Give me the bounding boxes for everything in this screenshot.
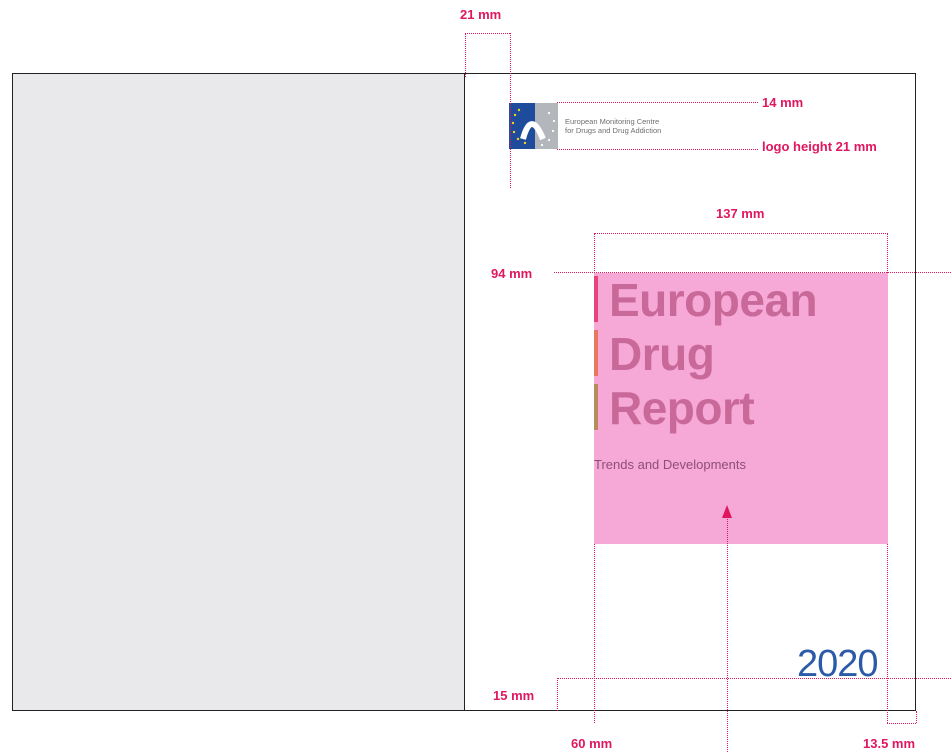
title-line-1: European: [609, 274, 818, 326]
guide-title-width: [594, 233, 888, 234]
dim-right-margin: 13.5 mm: [863, 736, 916, 751]
guide-logo-margin-right: [510, 33, 511, 188]
dim-title-top: 94 mm: [491, 266, 533, 281]
logo-text: European Monitoring Centre for Drugs and…: [565, 117, 661, 135]
guide-center-arrow-line: [727, 512, 728, 752]
title-bar-1: [594, 276, 598, 322]
dim-logo-margin: 21 mm: [460, 7, 502, 22]
dim-logo-height: logo height 21 mm: [762, 139, 877, 154]
title-bar-3: [594, 384, 598, 430]
guide-left-margin: [594, 544, 595, 723]
logo-text-line1: European Monitoring Centre: [565, 117, 660, 126]
title-line-3: Report: [609, 382, 755, 434]
subtitle: Trends and Developments: [594, 457, 746, 472]
title-line-2: Drug: [609, 328, 715, 380]
logo-text-line2: for Drugs and Drug Addiction: [565, 126, 662, 135]
guide-right-margin-outer: [916, 711, 917, 723]
guide-title-width-right: [887, 233, 888, 273]
guide-bottom-margin-left: [557, 678, 558, 711]
guide-bottom-margin: [557, 678, 951, 679]
guide-right-margin-inner: [887, 544, 888, 723]
dim-bottom-margin: 15 mm: [493, 688, 535, 703]
guide-title-top: [554, 272, 951, 273]
arrow-up-icon: [722, 505, 732, 518]
guide-logo-height: [557, 149, 758, 150]
dim-logo-top: 14 mm: [762, 95, 804, 110]
year-label: 2020: [797, 643, 879, 685]
guide-title-width-left: [594, 233, 595, 273]
guide-logo-top: [557, 102, 758, 103]
dim-title-width: 137 mm: [716, 206, 765, 221]
guide-logo-margin-top: [465, 33, 510, 34]
dim-left-margin: 60 mm: [571, 736, 613, 751]
spine-line: [464, 73, 465, 711]
back-cover: [13, 74, 464, 710]
title-bar-2: [594, 330, 598, 376]
guide-right-margin-bottom: [887, 723, 916, 724]
emcdda-logo-icon: [509, 103, 558, 149]
guide-logo-margin-left: [465, 33, 466, 77]
